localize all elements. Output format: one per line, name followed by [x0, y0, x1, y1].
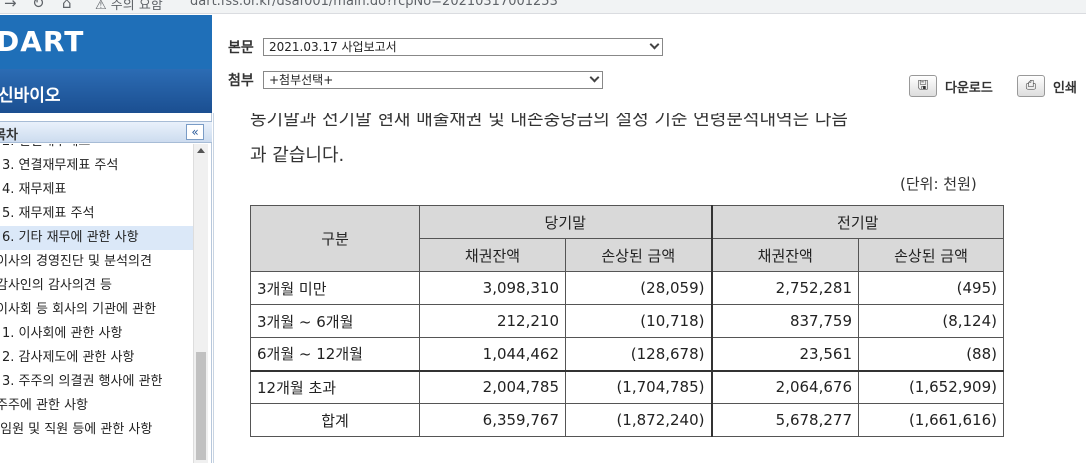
main-doc-select-value: 2021.03.17 사업보고서 [269, 40, 397, 54]
cell-value: (495) [858, 271, 1004, 305]
main-doc-select[interactable]: 2021.03.17 사업보고서 [263, 38, 663, 56]
collapse-sidebar-icon[interactable]: « [186, 124, 204, 140]
attach-label: 첨부 [228, 73, 254, 89]
cell-value: (1,652,909) [858, 369, 1004, 404]
cell-value: 1,044,462 [419, 337, 566, 371]
table-row: 3개월 미만 3,098,310 (28,059) 2,752,281 (495… [250, 271, 1004, 305]
chevron-down-icon [589, 72, 600, 83]
unit-label: (단위: 천원) [900, 175, 977, 193]
paragraph-line-2: 과 같습니다. [250, 145, 345, 166]
home-icon[interactable]: ⌂ [62, 0, 72, 12]
table-row-total: 합계 6,359,767 (1,872,240) 5,678,277 (1,66… [250, 403, 1004, 437]
header-prior-receivable: 채권잔액 [710, 238, 859, 272]
cell-value: (1,704,785) [565, 369, 712, 404]
cell-value: 2,004,785 [419, 369, 566, 404]
reload-icon[interactable]: ↻ [32, 0, 45, 12]
header-current-receivable: 채권잔액 [419, 238, 566, 272]
row-label: 3개월 미만 [250, 271, 420, 305]
toc-item[interactable]: 2. 감사제도에 관한 사항 [2, 346, 193, 370]
header-prior-impaired: 손상된 금액 [858, 238, 1004, 272]
save-icon: 🖫 [909, 75, 937, 97]
browser-address-bar: → ↻ ⌂ ⚠ 주의 요함 dart.fss.or.kr/dsaf001/mai… [0, 0, 1086, 14]
toc-item[interactable]: 3. 연결재무제표 주석 [2, 154, 193, 178]
toc-item[interactable]: 1. 이사회에 관한 사항 [2, 322, 193, 346]
header-category: 구분 [250, 205, 420, 272]
chevron-down-icon [649, 39, 660, 50]
cell-value: (28,059) [565, 271, 712, 305]
cell-value: 3,098,310 [419, 271, 566, 305]
cell-value: 23,561 [710, 337, 859, 371]
toc-item[interactable]: 2. 연결재무제표 [2, 144, 193, 154]
document-content: 동기말과 전기말 현재 매출채권 및 대손충당금의 설정 기준 연령분석내역은 … [213, 113, 1086, 463]
toc-item[interactable]: 이사회 등 회사의 기관에 관한 [0, 298, 189, 322]
row-label: 12개월 초과 [250, 369, 420, 404]
cell-value: 2,752,281 [710, 271, 859, 305]
toc-item[interactable]: 3. 주주의 의결권 행사에 관한 [2, 370, 193, 394]
toc-list: 2. 연결재무제표 3. 연결재무제표 주석 4. 재무제표 5. 재무제표 주… [0, 144, 193, 463]
header-prior-period: 전기말 [710, 205, 1004, 239]
header-current-period: 당기말 [419, 205, 712, 239]
scroll-thumb[interactable] [196, 352, 206, 460]
receivables-aging-table: 구분 당기말 전기말 채권잔액 손상된 금액 채권잔액 손상된 금액 3개월 미… [250, 205, 1004, 437]
toc-item[interactable]: 이사의 경영진단 및 분석의견 [0, 250, 189, 274]
header-current-impaired: 손상된 금액 [565, 238, 712, 272]
cell-value: 837,759 [710, 304, 859, 338]
logo-area: DART [0, 15, 212, 69]
scroll-up-icon[interactable] [197, 148, 205, 153]
main-doc-label: 본문 [228, 40, 254, 56]
download-button[interactable]: 🖫 다운로드 [909, 75, 1009, 97]
cell-value: (10,718) [565, 304, 712, 338]
toc-title: 목차 [0, 128, 18, 143]
print-label: 인쇄 [1053, 81, 1077, 96]
cell-value: (1,661,616) [858, 403, 1004, 437]
download-label: 다운로드 [945, 81, 993, 96]
security-text: 주의 요함 [110, 0, 163, 13]
url-text[interactable]: dart.fss.or.kr/dsaf001/main.do?rcpNo=202… [190, 0, 558, 9]
back-arrow-icon[interactable]: → [4, 0, 17, 12]
row-label: 3개월 ~ 6개월 [250, 304, 420, 338]
company-bar: 신바이오 [0, 69, 212, 113]
printer-icon: ⎙ [1017, 75, 1045, 97]
cell-value: (1,872,240) [565, 403, 712, 437]
attach-select-value: +첨부선택+ [269, 73, 334, 87]
row-label: 합계 [250, 403, 420, 437]
cell-value: (128,678) [565, 337, 712, 371]
attach-select[interactable]: +첨부선택+ [263, 71, 603, 89]
toc-item[interactable]: .임원 및 직원 등에 관한 사항 [0, 418, 189, 442]
toc-item[interactable]: 주주에 관한 사항 [0, 394, 189, 418]
paragraph-line-1: 동기말과 전기말 현재 매출채권 및 대손충당금의 설정 기준 연령분석내역은 … [250, 113, 848, 130]
company-name: 신바이오 [0, 86, 61, 106]
dart-logo[interactable]: DART [0, 25, 84, 58]
toc-item[interactable]: 5. 재무제표 주석 [2, 202, 193, 226]
cell-value: 212,210 [419, 304, 566, 338]
row-label: 6개월 ~ 12개월 [250, 337, 420, 371]
document-header: 본문 2021.03.17 사업보고서 첨부 +첨부선택+ 🖫 다운로드 ⎙ 인… [212, 15, 1086, 113]
toc-item[interactable]: 감사인의 감사의견 등 [0, 274, 189, 298]
security-warning-icon[interactable]: ⚠ 주의 요함 [95, 0, 163, 13]
toc-sidebar: 목차 « 2. 연결재무제표 3. 연결재무제표 주석 4. 재무제표 5. 재… [0, 113, 212, 463]
print-button[interactable]: ⎙ 인쇄 [1017, 75, 1086, 97]
toc-header: 목차 « [0, 121, 212, 143]
cell-value: (88) [858, 337, 1004, 371]
toc-item[interactable]: 4. 재무제표 [2, 178, 193, 202]
table-row: 3개월 ~ 6개월 212,210 (10,718) 837,759 (8,12… [250, 304, 1004, 338]
table-row: 12개월 초과 2,004,785 (1,704,785) 2,064,676 … [250, 369, 1004, 404]
cell-value: 6,359,767 [419, 403, 566, 437]
cell-value: 5,678,277 [710, 403, 859, 437]
cell-value: 2,064,676 [710, 369, 859, 404]
table-row: 6개월 ~ 12개월 1,044,462 (128,678) 23,561 (8… [250, 337, 1004, 371]
toc-scrollbar[interactable] [193, 144, 208, 463]
cell-value: (8,124) [858, 304, 1004, 338]
toc-item-active[interactable]: 6. 기타 재무에 관한 사항 [0, 226, 193, 250]
